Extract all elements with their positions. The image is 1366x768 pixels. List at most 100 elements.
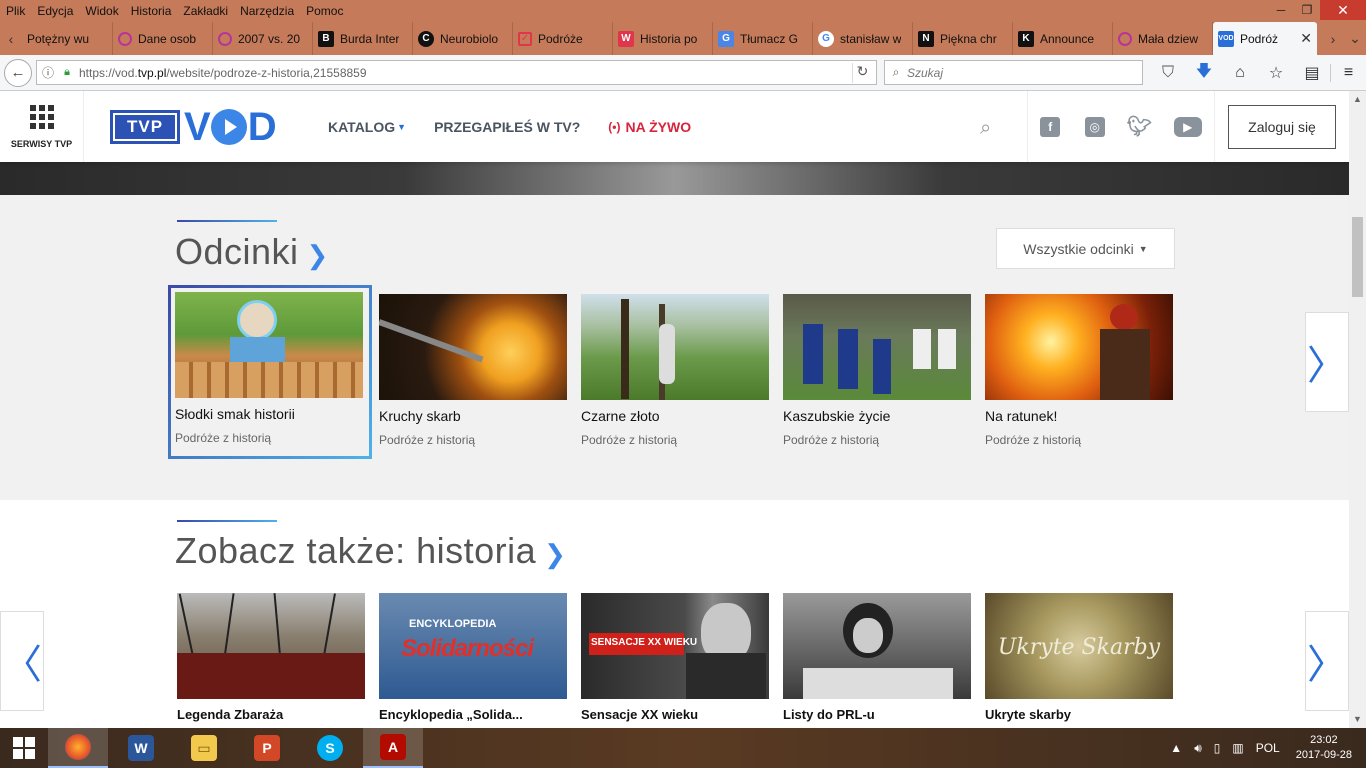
volume-icon[interactable]: 🔊︎ (1194, 741, 1202, 756)
tvp-vod-logo[interactable]: TVP VD (110, 105, 277, 149)
taskbar-skype[interactable]: S (300, 728, 360, 768)
tab-5[interactable]: C Neurobiolo (413, 22, 513, 55)
see-also-card-4[interactable]: Listy do PRL-u (783, 593, 971, 722)
library-icon[interactable]: ▤ (1294, 63, 1330, 83)
episode-card-4[interactable]: Kaszubskie życie Podróże z historią (783, 294, 971, 447)
chevron-right-icon: 〉 (1307, 643, 1347, 687)
tab-10[interactable]: N Piękna chr (913, 22, 1013, 55)
serwisy-label: SERWISY TVP (10, 138, 73, 149)
page-scrollbar[interactable]: ▲ ▼ (1349, 91, 1366, 728)
taskbar-powerpoint[interactable]: P (237, 728, 297, 768)
url-bar[interactable]: ⓘ 🔒︎ https://vod.tvp.pl/website/podroze-… (36, 60, 877, 85)
youtube-icon[interactable]: ▶ (1173, 116, 1202, 137)
tab-1[interactable]: Potężny wu (22, 22, 113, 55)
ring-icon (1118, 31, 1132, 46)
info-icon[interactable]: ⓘ (37, 64, 59, 81)
menu-plik[interactable]: Plik (0, 4, 31, 18)
tab-scroll-right-icon[interactable]: › (1322, 22, 1344, 55)
tab-label: Piękna chr (940, 31, 997, 46)
episode-card-2[interactable]: Kruchy skarb Podróże z historią (379, 294, 567, 447)
episodes-next-button[interactable]: 〉 (1305, 312, 1349, 412)
back-button[interactable]: ← (4, 58, 32, 87)
caret-down-icon: ▼ (397, 121, 407, 132)
caret-down-icon: ▼ (1138, 243, 1148, 254)
menu-zakladki[interactable]: Zakładki (177, 4, 234, 18)
serwisy-tvp-button[interactable]: SERWISY TVP (0, 91, 84, 162)
login-button[interactable]: Zaloguj się (1228, 105, 1336, 149)
reload-icon[interactable]: ↻ (852, 63, 872, 83)
restore-button[interactable]: ❐ (1294, 0, 1320, 20)
see-also-card-3[interactable]: SENSACJE XX WIEKU Sensacje XX wieku (581, 593, 769, 722)
scroll-up-icon[interactable]: ▲ (1349, 91, 1366, 108)
tab-label: Neurobiolo (440, 31, 499, 46)
see-also-next-button[interactable]: 〉 (1305, 611, 1349, 711)
tab-4[interactable]: B Burda Inter (313, 22, 413, 55)
episode-subtitle: Podróże z historią (175, 431, 272, 445)
episodes-title[interactable]: Odcinki ❯ (175, 231, 329, 273)
b-logo-icon: B (318, 30, 334, 47)
tab-label: Dane osob (138, 31, 197, 46)
see-also-card-1[interactable]: Legenda Zbaraża (177, 593, 365, 722)
see-also-prev-button[interactable]: 〈 (0, 611, 44, 711)
scrollbar-thumb[interactable] (1352, 217, 1363, 297)
nav-na-zywo[interactable]: (•) NA ŻYWO (608, 119, 691, 135)
menu-narzedzia[interactable]: Narzędzia (234, 4, 300, 18)
see-also-card-5[interactable]: Ukryte Skarby Ukryte skarby (985, 593, 1173, 722)
tab-label: Announce (1040, 31, 1095, 46)
menu-widok[interactable]: Widok (79, 4, 124, 18)
episode-title: Kruchy skarb (379, 408, 461, 424)
site-search-icon[interactable]: ⌕ (980, 117, 991, 140)
hamburger-menu-icon[interactable]: ≡ (1330, 64, 1366, 82)
clock[interactable]: 23:02 2017-09-28 (1296, 733, 1352, 763)
chevron-right-icon: ❯ (306, 240, 329, 270)
download-icon[interactable]: 🡇 (1186, 60, 1222, 87)
taskbar-word[interactable]: W (111, 728, 171, 768)
menu-historia[interactable]: Historia (125, 4, 178, 18)
taskbar-file-explorer[interactable]: ▭ (174, 728, 234, 768)
home-icon[interactable]: ⌂ (1222, 64, 1258, 82)
episodes-filter-dropdown[interactable]: Wszystkie odcinki ▼ (996, 228, 1175, 269)
tab-7[interactable]: W Historia po (613, 22, 713, 55)
see-also-title[interactable]: Zobacz także: historia ❯ (175, 530, 566, 572)
close-tab-icon[interactable]: ✕ (1296, 30, 1312, 47)
tab-11[interactable]: K Announce (1013, 22, 1113, 55)
menu-pomoc[interactable]: Pomoc (300, 4, 349, 18)
scroll-down-icon[interactable]: ▼ (1349, 711, 1366, 728)
close-window-button[interactable]: ✕ (1320, 0, 1366, 20)
tab-6[interactable]: ✓ Podróże (513, 22, 613, 55)
tab-8[interactable]: G Tłumacz G (713, 22, 813, 55)
see-also-card-2[interactable]: ENCYKLOPEDIA Solidarności Encyklopedia „… (379, 593, 567, 722)
see-also-title-text: Listy do PRL-u (783, 707, 875, 722)
start-button[interactable] (0, 728, 48, 768)
tray-chevron-up-icon[interactable]: ▲ (1170, 741, 1182, 755)
tab-active-podroze[interactable]: VOD Podróż ✕ (1213, 22, 1317, 55)
episode-card-1[interactable]: Słodki smak historii Podróże z historią (168, 285, 372, 459)
tab-label: Mała dziew (1138, 31, 1199, 46)
taskbar-firefox[interactable] (48, 728, 108, 768)
nav-katalog[interactable]: KATALOG ▼ (328, 119, 406, 135)
pocket-save-icon[interactable]: ⛉ (1150, 64, 1186, 82)
network-icon[interactable]: ▥ (1232, 741, 1243, 755)
nav-przegapiles[interactable]: PRZEGAPIŁEŚ W TV? (434, 119, 580, 135)
menu-edycja[interactable]: Edycja (31, 4, 79, 18)
tab-9[interactable]: Gstanisław w (813, 22, 913, 55)
facebook-icon[interactable]: f (1040, 116, 1061, 137)
tab-2[interactable]: Dane osob (113, 22, 213, 55)
episode-card-3[interactable]: Czarne złoto Podróże z historią (581, 294, 769, 447)
instagram-icon[interactable]: ◎ (1084, 116, 1105, 137)
twitter-icon[interactable]: 🐦︎ (1127, 116, 1152, 138)
nav-katalog-label: KATALOG (328, 118, 396, 135)
tab-list-icon[interactable]: ⌄ (1344, 22, 1366, 55)
vod-logo: VD (184, 104, 277, 149)
tab-scroll-left-icon[interactable]: ‹ (0, 22, 22, 55)
bookmark-star-icon[interactable]: ☆ (1258, 63, 1294, 83)
language-indicator[interactable]: POL (1256, 741, 1280, 755)
taskbar-acrobat[interactable]: A (363, 728, 423, 768)
browser-search-input[interactable]: ⌕ Szukaj (884, 60, 1143, 85)
tab-3[interactable]: 2007 vs. 20 (213, 22, 313, 55)
minimize-button[interactable]: ─ (1268, 0, 1294, 20)
battery-icon[interactable]: ▯ (1214, 741, 1221, 755)
tab-12[interactable]: Mała dziew (1113, 22, 1213, 55)
episode-card-5[interactable]: Na ratunek! Podróże z historią (985, 294, 1173, 447)
tab-bar: ‹ Potężny wu Dane osob 2007 vs. 20 B Burd… (0, 22, 1366, 55)
